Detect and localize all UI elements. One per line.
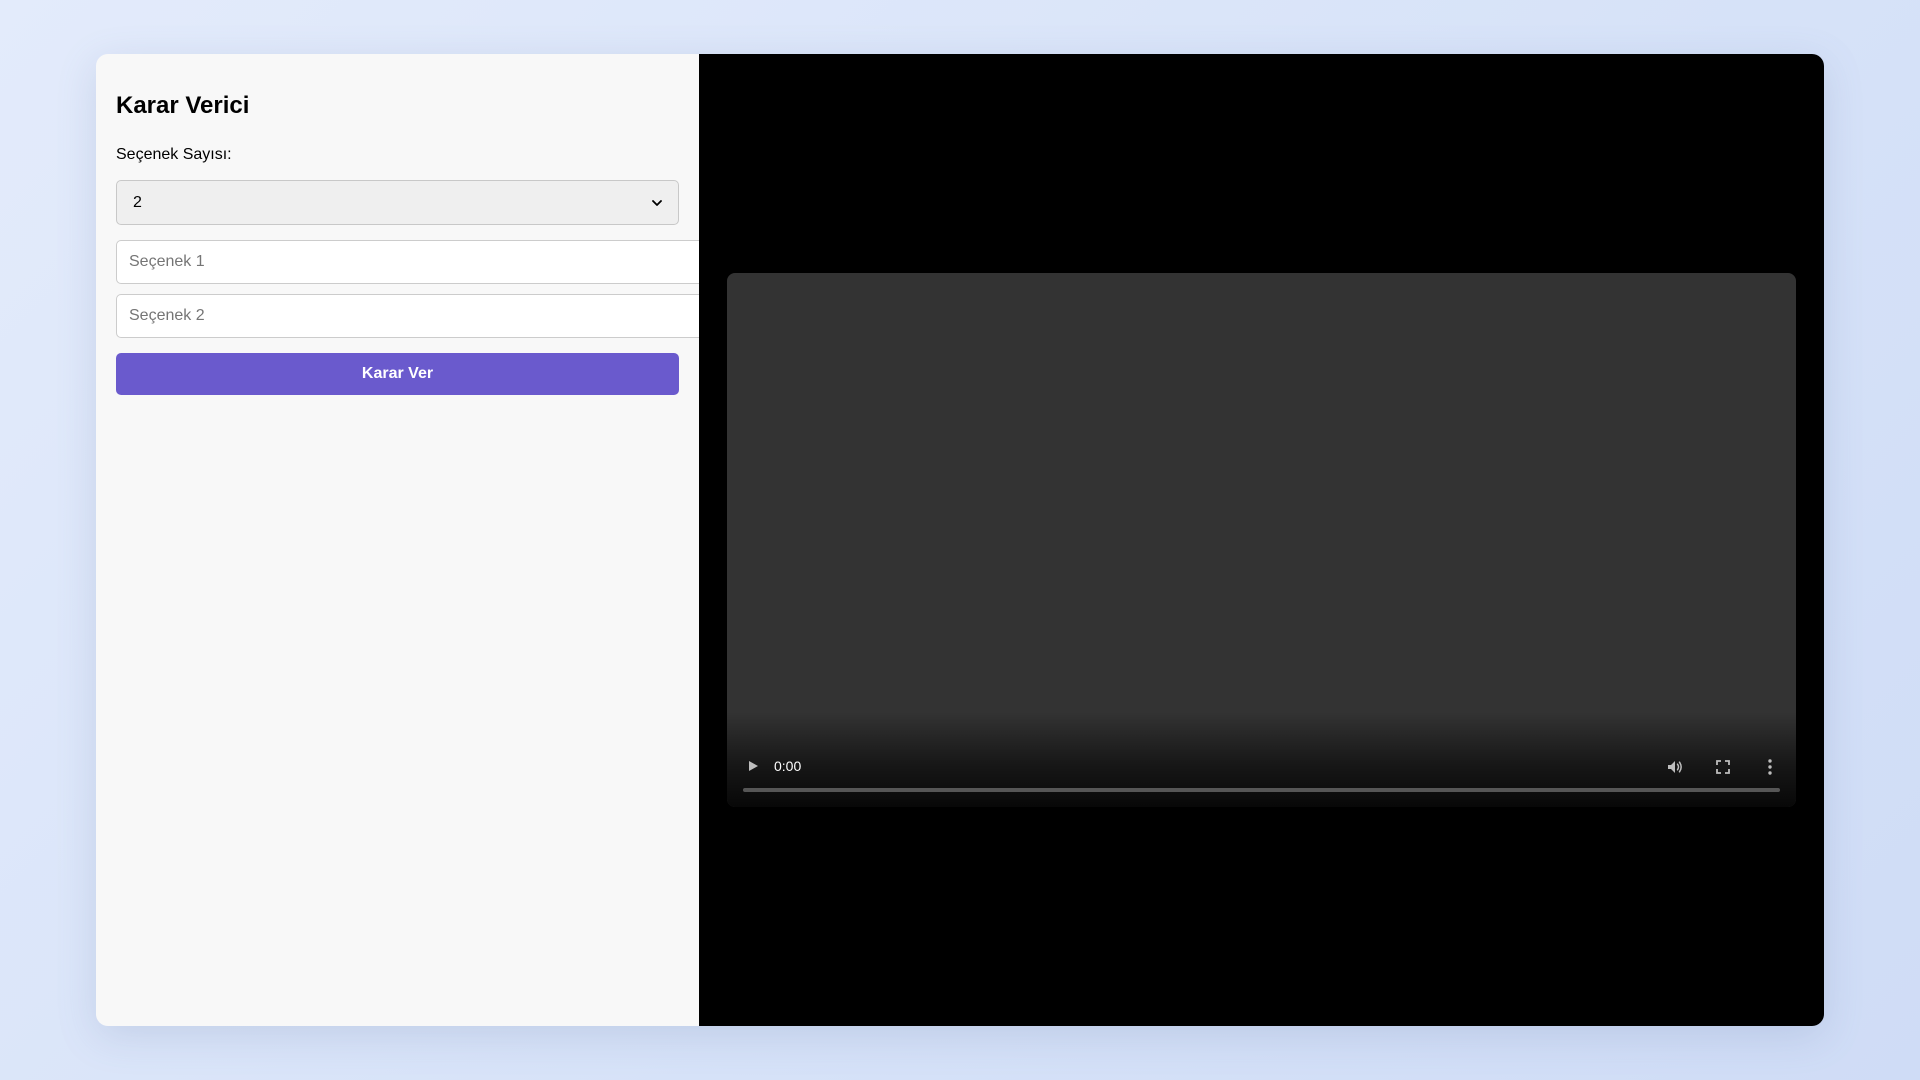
option-1-input[interactable] [116, 240, 716, 284]
more-options-icon[interactable] [1762, 758, 1778, 776]
play-icon[interactable] [746, 759, 760, 773]
option-count-selected-value: 2 [133, 193, 142, 211]
volume-icon[interactable] [1666, 758, 1684, 776]
time-display: 0:00 [774, 758, 802, 774]
video-player[interactable]: 0:00 [727, 273, 1796, 807]
decide-button[interactable]: Karar Ver [116, 353, 679, 395]
page-title: Karar Verici [116, 92, 250, 119]
progress-bar[interactable] [743, 788, 1780, 792]
app-window: Karar Verici Seçenek Sayısı: 2 Karar Ver… [96, 54, 1824, 1026]
option-count-label: Seçenek Sayısı: [116, 146, 232, 163]
decision-form-panel: Karar Verici Seçenek Sayısı: 2 Karar Ver [96, 54, 716, 1026]
option-2-input[interactable] [116, 294, 716, 338]
video-controls-bar: 0:00 [727, 712, 1796, 807]
fullscreen-icon[interactable] [1715, 759, 1731, 775]
chevron-down-icon [652, 199, 662, 206]
video-panel: 0:00 [699, 54, 1824, 1026]
option-count-select[interactable]: 2 [116, 180, 679, 225]
